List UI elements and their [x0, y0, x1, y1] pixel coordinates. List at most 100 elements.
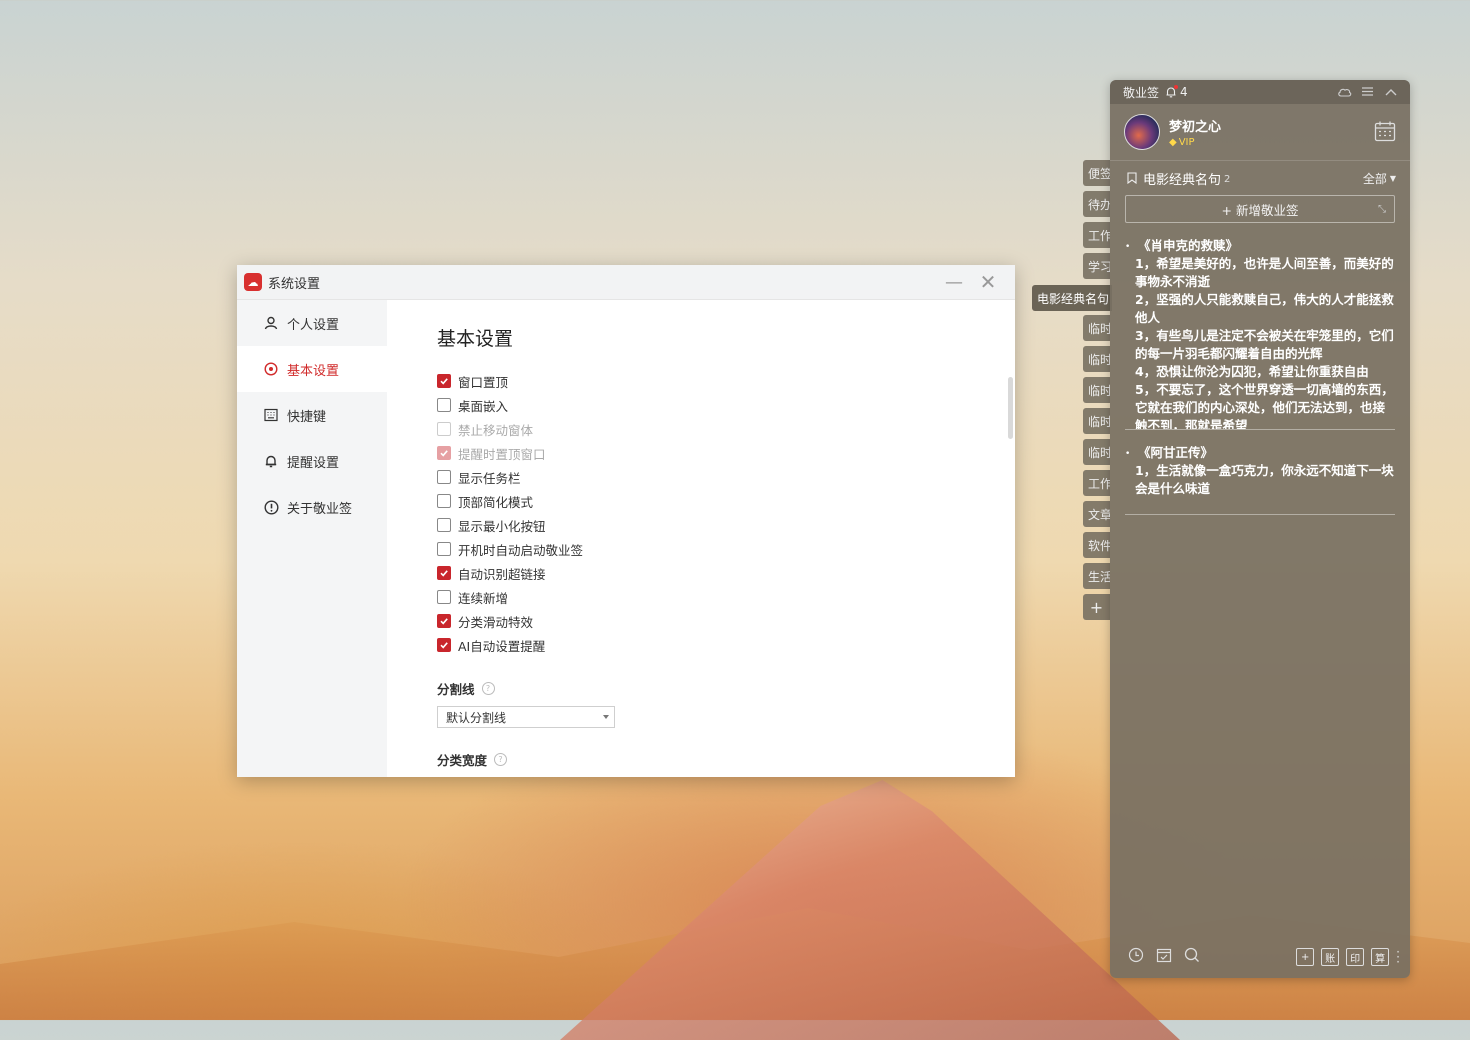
filter-dropdown[interactable]: 全部 ▼: [1363, 170, 1396, 187]
panel-topbar[interactable]: 敬业签 4: [1110, 80, 1410, 104]
checkbox: [437, 446, 451, 460]
category-tab[interactable]: 待办: [1083, 191, 1110, 217]
more-icon[interactable]: · · ·: [1396, 946, 1400, 968]
title-bar[interactable]: ☁ 系统设置 — ✕: [237, 265, 1015, 300]
scrollbar[interactable]: [1008, 377, 1013, 439]
checkbox[interactable]: [437, 398, 451, 412]
section-heading: 基本设置: [437, 328, 514, 350]
done-box-icon[interactable]: [1156, 947, 1172, 967]
option-label: 窗口置顶: [458, 374, 509, 390]
note-title: 《肖申克的救赎》: [1138, 238, 1239, 253]
options-list: 窗口置顶 桌面嵌入 禁止移动窗体 提醒时置顶窗口 显示任务栏 顶部简化模式 显示最小化按钮开…: [437, 369, 1015, 657]
option-row[interactable]: 顶部简化模式: [437, 489, 1015, 513]
option-row[interactable]: 显示最小化按钮: [437, 513, 1015, 537]
option-row[interactable]: 连续新增: [437, 585, 1015, 609]
sidebar-item-basic[interactable]: 基本设置: [237, 346, 387, 392]
category-tab[interactable]: 临时: [1083, 439, 1110, 465]
option-label: 连续新增: [458, 590, 509, 606]
option-row[interactable]: AI自动设置提醒: [437, 633, 1015, 657]
option-label: 提醒时置顶窗口: [458, 446, 546, 462]
checkbox[interactable]: [437, 470, 451, 484]
note-item[interactable]: • 《肖申克的救赎》 1，希望是美好的，也许是人间至善，而美好的事物永不消逝 2，坚强…: [1125, 237, 1395, 430]
add-icon[interactable]: +: [1296, 948, 1315, 966]
checkbox[interactable]: [437, 494, 451, 508]
checkbox[interactable]: [437, 638, 451, 652]
bookmark-icon: [1127, 172, 1137, 184]
target-icon: [263, 361, 279, 377]
calculator-button[interactable]: 算: [1371, 948, 1390, 966]
checkbox[interactable]: [437, 614, 451, 628]
sidebar-item-reminders[interactable]: 提醒设置: [237, 438, 387, 484]
menu-icon[interactable]: [1360, 84, 1375, 99]
checkbox[interactable]: [437, 374, 451, 388]
minimize-button[interactable]: —: [941, 271, 967, 293]
cloud-sync-icon[interactable]: [1337, 84, 1352, 99]
calendar-icon[interactable]: [1374, 120, 1396, 142]
option-label: AI自动设置提醒: [458, 638, 546, 654]
checkbox[interactable]: [437, 566, 451, 580]
category-name: 电影经典名句: [1143, 172, 1222, 188]
close-button[interactable]: ✕: [975, 270, 1001, 294]
category-tab[interactable]: 文章: [1083, 501, 1110, 527]
option-row[interactable]: 分类滑动特效: [437, 609, 1015, 633]
category-tab[interactable]: 工作: [1083, 222, 1110, 248]
category-tab[interactable]: 软件: [1083, 532, 1110, 558]
vip-badge: ◆ VIP: [1169, 137, 1195, 148]
option-label: 顶部简化模式: [458, 494, 534, 510]
category-tab[interactable]: 临时: [1083, 408, 1110, 434]
option-row[interactable]: 开机时自动启动敬业签: [437, 537, 1015, 561]
note-line: 1，生活就像一盒巧克力，你永远不知道下一块会是什么味道: [1135, 463, 1394, 496]
sidebar-item-personal[interactable]: 个人设置: [237, 300, 387, 346]
category-tab[interactable]: 工作: [1083, 470, 1110, 496]
reminder-bell-icon[interactable]: [1165, 85, 1179, 98]
sidebar-item-label: 基本设置: [287, 363, 340, 379]
category-tab[interactable]: 临时: [1083, 346, 1110, 372]
category-tab-active[interactable]: 电影经典名句: [1032, 285, 1112, 311]
clock-icon[interactable]: [1128, 947, 1144, 967]
help-icon[interactable]: ?: [494, 753, 508, 766]
print-button[interactable]: 印: [1346, 948, 1365, 966]
category-tab[interactable]: 临时: [1083, 315, 1110, 341]
keyboard-icon: [263, 407, 279, 423]
category-tabs: 便签 待办 工作 学习 临时 临时 临时 临时 临时 工作 文章 软件 生活 +: [1083, 160, 1113, 625]
category-tab[interactable]: 学习: [1083, 253, 1110, 279]
divider-select[interactable]: 默认分割线: [437, 706, 615, 728]
sidebar-item-about[interactable]: 关于敬业签: [237, 484, 387, 530]
collapse-icon[interactable]: [1383, 84, 1398, 99]
bullet-icon: •: [1125, 242, 1131, 252]
avatar[interactable]: [1124, 114, 1160, 150]
option-row[interactable]: 显示任务栏: [437, 465, 1015, 489]
category-count: 2: [1224, 174, 1231, 185]
checkbox[interactable]: [437, 590, 451, 604]
category-tab[interactable]: 生活: [1083, 563, 1110, 589]
category-tab[interactable]: 便签: [1083, 160, 1110, 186]
option-row[interactable]: 窗口置顶: [437, 369, 1015, 393]
note-item[interactable]: • 《阿甘正传》 1，生活就像一盒巧克力，你永远不知道下一块会是什么味道: [1125, 444, 1395, 515]
add-category-icon[interactable]: +: [1083, 594, 1110, 620]
category-header: 电影经典名句 2 全部 ▼: [1110, 161, 1410, 195]
checkbox[interactable]: [437, 542, 451, 556]
option-label: 显示任务栏: [458, 470, 521, 486]
ledger-button[interactable]: 账: [1321, 948, 1340, 966]
add-note-button[interactable]: + 新增敬业签 ⤡: [1125, 195, 1395, 223]
expand-icon[interactable]: ⤡: [1378, 204, 1386, 215]
sidebar-item-shortcuts[interactable]: 快捷键: [237, 392, 387, 438]
reminder-count: 4: [1180, 85, 1188, 99]
option-row[interactable]: 桌面嵌入: [437, 393, 1015, 417]
divider-section-label: 分割线 ?: [437, 679, 1015, 698]
person-icon: [263, 315, 279, 331]
category-tab[interactable]: 临时: [1083, 377, 1110, 403]
bullet-icon: •: [1125, 449, 1131, 459]
search-icon[interactable]: [1184, 947, 1200, 967]
checkbox[interactable]: [437, 518, 451, 532]
category-width-label: 分类宽度 ?: [437, 750, 1015, 769]
notes-panel: 敬业签 4 梦初之心 ◆ VIP 电影经典名句 2 全部 ▼ + 新增敬业签 ⤡…: [1110, 80, 1410, 978]
option-label: 自动识别超链接: [458, 566, 546, 582]
note-line: 2，坚强的人只能救赎自己，伟大的人才能拯救他人: [1135, 292, 1394, 325]
option-row[interactable]: 自动识别超链接: [437, 561, 1015, 585]
sidebar-item-label: 个人设置: [287, 317, 340, 333]
help-icon[interactable]: ?: [481, 682, 495, 695]
note-line: 4，恐惧让你沦为囚犯，希望让你重获自由: [1135, 364, 1369, 379]
sidebar-item-label: 提醒设置: [287, 455, 340, 471]
diamond-icon: ◆: [1169, 137, 1177, 148]
